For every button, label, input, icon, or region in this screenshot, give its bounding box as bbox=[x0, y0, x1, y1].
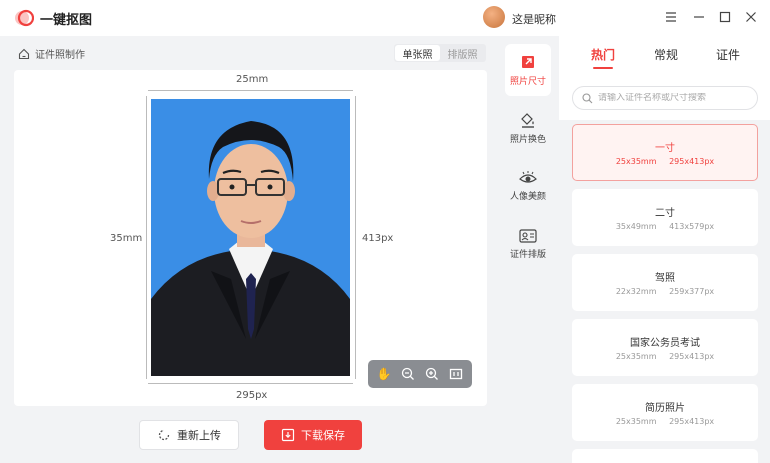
id-card-icon bbox=[519, 228, 537, 243]
breadcrumb[interactable]: 证件照制作 bbox=[18, 46, 85, 61]
tool-portrait-beauty[interactable]: 人像美颜 bbox=[505, 160, 551, 212]
menu-icon[interactable] bbox=[662, 8, 680, 26]
top-dimension-line bbox=[148, 90, 353, 91]
size-name: 一寸 bbox=[655, 143, 675, 154]
close-icon[interactable] bbox=[742, 8, 760, 26]
left-height-label: 35mm bbox=[110, 233, 143, 244]
tab-common[interactable]: 常规 bbox=[654, 46, 678, 63]
crop-icon bbox=[522, 55, 534, 68]
size-tabs: 热门 常规 证件 bbox=[559, 36, 770, 72]
toggle-layout-photo[interactable]: 排版照 bbox=[440, 45, 485, 61]
download-icon bbox=[281, 428, 295, 442]
search-icon bbox=[582, 92, 593, 103]
size-mm: 35x49mm bbox=[615, 222, 657, 231]
search-input[interactable] bbox=[598, 93, 748, 103]
eye-icon bbox=[519, 170, 537, 183]
view-toggle: 单张照 排版照 bbox=[394, 44, 486, 62]
size-card-one-inch[interactable]: 一寸 25x35mm 295x413px bbox=[572, 124, 758, 181]
tool-column: 照片尺寸 照片换色 人像美颜 证件排版 bbox=[497, 36, 559, 463]
tool-portrait-beauty-label: 人像美颜 bbox=[509, 191, 546, 202]
toggle-single-photo[interactable]: 单张照 bbox=[395, 45, 440, 61]
download-save-button[interactable]: 下载保存 bbox=[264, 420, 362, 450]
refresh-icon bbox=[158, 429, 170, 441]
bottom-dimension-line bbox=[148, 383, 353, 384]
download-save-label: 下载保存 bbox=[301, 429, 345, 442]
tab-hot[interactable]: 热门 bbox=[591, 46, 615, 63]
active-tab-indicator bbox=[593, 67, 613, 69]
app-logo-icon bbox=[15, 9, 34, 27]
breadcrumb-label: 证件照制作 bbox=[35, 50, 85, 61]
bottom-width-label: 295px bbox=[236, 390, 268, 401]
left-dimension-line bbox=[146, 96, 147, 379]
size-px: 295x413px bbox=[669, 352, 715, 361]
size-px: 295x413px bbox=[669, 157, 715, 166]
size-mm: 25x35mm bbox=[615, 352, 657, 361]
size-specs: 25x35mm 295x413px bbox=[573, 352, 757, 361]
home-icon bbox=[18, 48, 30, 59]
zoom-toolbar: ✋ bbox=[368, 360, 472, 388]
tool-id-layout[interactable]: 证件排版 bbox=[505, 218, 551, 270]
user-nickname[interactable]: 这是昵称 bbox=[512, 11, 556, 27]
size-specs: 35x49mm 413x579px bbox=[573, 222, 757, 231]
zoom-in-icon[interactable] bbox=[423, 365, 441, 383]
size-specs: 25x35mm 295x413px bbox=[573, 157, 757, 166]
size-mm: 25x35mm bbox=[615, 157, 657, 166]
tool-photo-size-label: 照片尺寸 bbox=[509, 76, 546, 87]
maximize-icon[interactable] bbox=[716, 8, 734, 26]
size-px: 259x377px bbox=[669, 287, 715, 296]
size-card-partial[interactable] bbox=[572, 449, 758, 463]
size-card-driver-license[interactable]: 驾照 22x32mm 259x377px bbox=[572, 254, 758, 311]
size-panel: 热门 常规 证件 一寸 25x35mm 295x413px 二寸 35x49mm… bbox=[559, 36, 770, 463]
id-photo bbox=[151, 99, 350, 376]
size-mm: 22x32mm bbox=[615, 287, 657, 296]
right-dimension-line bbox=[355, 96, 356, 379]
portrait-image bbox=[151, 121, 350, 376]
size-card-two-inch[interactable]: 二寸 35x49mm 413x579px bbox=[572, 189, 758, 246]
size-specs: 22x32mm 259x377px bbox=[573, 287, 757, 296]
top-width-label: 25mm bbox=[236, 74, 269, 85]
size-list: 一寸 25x35mm 295x413px 二寸 35x49mm 413x579p… bbox=[559, 120, 770, 463]
size-name: 简历照片 bbox=[645, 403, 685, 414]
hand-pan-icon[interactable]: ✋ bbox=[375, 365, 393, 383]
size-px: 295x413px bbox=[669, 417, 715, 426]
zoom-out-icon[interactable] bbox=[399, 365, 417, 383]
tool-photo-recolor[interactable]: 照片换色 bbox=[505, 102, 551, 154]
size-name: 国家公务员考试 bbox=[630, 338, 700, 349]
size-mm: 25x35mm bbox=[615, 417, 657, 426]
right-height-label: 413px bbox=[362, 233, 394, 244]
tool-id-layout-label: 证件排版 bbox=[509, 249, 546, 260]
size-specs: 25x35mm 295x413px bbox=[573, 417, 757, 426]
reupload-label: 重新上传 bbox=[177, 429, 221, 442]
paint-bucket-icon bbox=[521, 112, 534, 128]
reupload-button[interactable]: 重新上传 bbox=[139, 420, 239, 450]
editor-panel: 证件照制作 单张照 排版照 25mm 35mm 413px 295px ✋ 重新… bbox=[0, 36, 497, 463]
minimize-icon[interactable] bbox=[690, 8, 708, 26]
size-px: 413x579px bbox=[669, 222, 715, 231]
size-name: 驾照 bbox=[655, 273, 675, 284]
size-card-resume-photo[interactable]: 简历照片 25x35mm 295x413px bbox=[572, 384, 758, 441]
tool-photo-size[interactable]: 照片尺寸 bbox=[505, 44, 551, 96]
search-box[interactable] bbox=[572, 86, 758, 110]
avatar[interactable] bbox=[483, 6, 505, 28]
app-title: 一键抠图 bbox=[40, 13, 93, 28]
photo-canvas: 25mm 35mm 413px 295px ✋ bbox=[14, 70, 487, 406]
title-bar: 一键抠图 这是昵称 bbox=[0, 0, 770, 36]
fit-screen-icon[interactable] bbox=[447, 365, 465, 383]
tool-photo-recolor-label: 照片换色 bbox=[509, 134, 546, 145]
size-card-civil-service-exam[interactable]: 国家公务员考试 25x35mm 295x413px bbox=[572, 319, 758, 376]
size-name: 二寸 bbox=[655, 208, 675, 219]
tab-id[interactable]: 证件 bbox=[716, 46, 740, 63]
